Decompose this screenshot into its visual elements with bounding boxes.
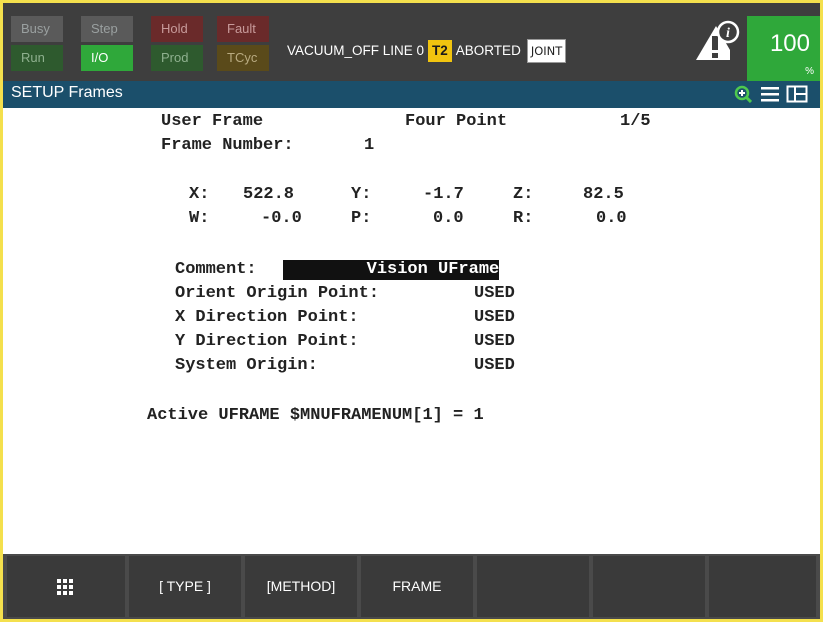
- grid-menu-button[interactable]: [7, 556, 125, 617]
- point-status-y-direction[interactable]: USED: [474, 332, 515, 352]
- title-bar: SETUP Frames: [3, 81, 820, 108]
- led-busy: Busy: [11, 16, 63, 42]
- softkey-f6[interactable]: [709, 556, 816, 617]
- active-uframe-line: Active UFRAME $MNUFRAMENUM[1] = 1: [147, 406, 484, 425]
- led-hold: Hold: [151, 16, 203, 42]
- grid-menu-icon: [57, 579, 73, 595]
- comment-field[interactable]: Vision UFrame: [283, 260, 500, 280]
- point-label-x-direction: X Direction Point:: [175, 308, 359, 327]
- frame-setup-panel: User Frame Four Point 1/5 Frame Number: …: [3, 108, 820, 554]
- led-prod: Prod: [151, 45, 203, 71]
- led-fault: Fault: [217, 16, 269, 42]
- coord-r-label: R:: [513, 209, 534, 228]
- frame-number-label: Frame Number:: [161, 136, 294, 155]
- point-label-orient-origin: Orient Origin Point:: [175, 284, 380, 303]
- comment-label: Comment:: [175, 260, 257, 279]
- softkey-bar: [ TYPE ] [METHOD] FRAME: [3, 554, 820, 619]
- point-status-orient-origin[interactable]: USED: [474, 284, 515, 304]
- hamburger-menu-icon[interactable]: [760, 85, 780, 103]
- point-status-system-origin[interactable]: USED: [474, 356, 515, 376]
- alert-info-icon[interactable]: i: [692, 20, 740, 64]
- softkey-frame[interactable]: FRAME: [361, 556, 473, 617]
- coord-r-value[interactable]: 0.0: [596, 209, 627, 229]
- coord-y-label: Y:: [351, 185, 372, 204]
- coord-p-label: P:: [351, 209, 372, 228]
- point-label-system-origin: System Origin:: [175, 356, 318, 375]
- led-tcyc: TCyc: [217, 45, 269, 71]
- status-state: ABORTED: [455, 43, 521, 58]
- window-split-icon[interactable]: [786, 85, 808, 103]
- coord-w-value[interactable]: -0.0: [261, 209, 302, 229]
- frame-method: Four Point: [405, 112, 508, 131]
- point-label-y-direction: Y Direction Point:: [175, 332, 359, 351]
- coord-p-value[interactable]: 0.0: [433, 209, 464, 229]
- svg-text:i: i: [726, 26, 730, 41]
- softkey-f5[interactable]: [593, 556, 705, 617]
- softkey-type[interactable]: [ TYPE ]: [129, 556, 241, 617]
- led-run: Run: [11, 45, 63, 71]
- coord-badge: JOINT: [526, 39, 567, 63]
- mode-badge: T2: [428, 40, 452, 62]
- coord-x-value[interactable]: 522.8: [243, 185, 294, 205]
- softkey-method[interactable]: [METHOD]: [245, 556, 357, 617]
- zoom-in-icon[interactable]: [734, 85, 752, 103]
- led-io: I/O: [81, 45, 133, 71]
- frame-number-value: 1: [364, 136, 375, 155]
- status-line: VACUUM_OFF LINE 0: [287, 43, 425, 58]
- led-step: Step: [81, 16, 133, 42]
- override-value: 100: [769, 30, 810, 57]
- override-unit: %: [805, 66, 814, 77]
- coord-x-label: X:: [189, 185, 210, 204]
- override-speed[interactable]: 100 %: [747, 16, 820, 81]
- coord-w-label: W:: [189, 209, 210, 228]
- coord-y-value[interactable]: -1.7: [423, 185, 464, 205]
- frame-type-label: User Frame: [161, 112, 264, 131]
- point-status-x-direction[interactable]: USED: [474, 308, 515, 328]
- coord-z-value[interactable]: 82.5: [583, 185, 624, 205]
- status-message: VACUUM_OFF LINE 0 T2 ABORTED JOINT: [287, 39, 567, 63]
- page-indicator: 1/5: [620, 112, 651, 131]
- page-title: SETUP Frames: [11, 84, 123, 101]
- status-bar: Busy Step Hold Fault Run I/O Prod TCyc V…: [3, 3, 820, 81]
- coord-z-label: Z:: [513, 185, 534, 204]
- softkey-f4[interactable]: [477, 556, 589, 617]
